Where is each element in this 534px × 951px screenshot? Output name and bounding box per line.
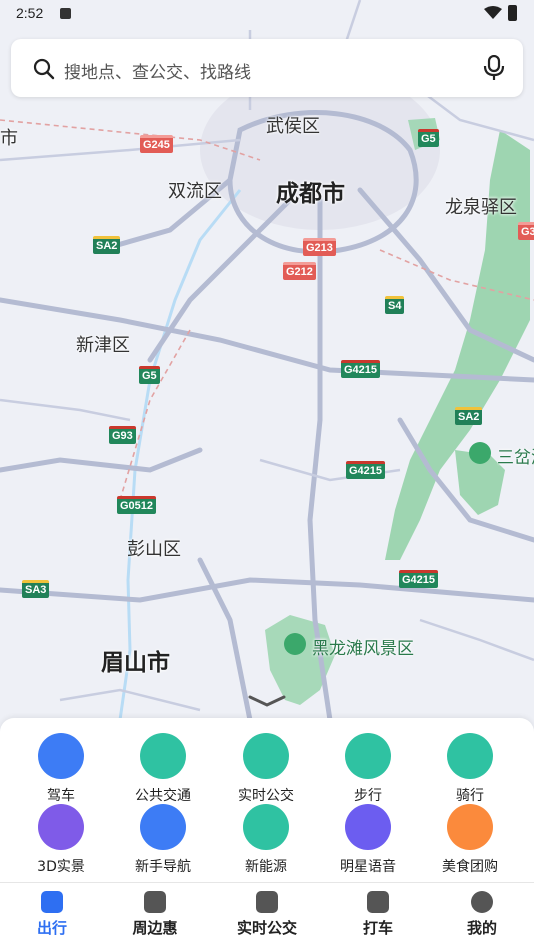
road-shield: G0512	[117, 496, 157, 514]
bottom-tab-bar: 出行 周边惠 实时公交 打车 我的	[0, 882, 534, 951]
road-shield: SA3	[22, 580, 50, 598]
nearby-icon	[144, 891, 166, 913]
road-shield: SA2	[93, 236, 121, 254]
road-shield: G93	[109, 426, 136, 444]
map-label-district[interactable]: 武侯区	[266, 112, 320, 138]
road-shield: G5	[418, 129, 439, 147]
tool-food-deals[interactable]: 美食团购	[418, 804, 522, 876]
tab-label: 打车	[362, 919, 393, 937]
tab-taxi[interactable]: 打车	[333, 891, 423, 938]
tool-label: 公共交通	[135, 788, 191, 804]
tool-bike[interactable]: 骑行	[418, 733, 522, 805]
map-label-district[interactable]: 新津区	[76, 331, 130, 357]
novice-nav-icon	[140, 804, 186, 850]
tool-3d-view[interactable]: 3D实景	[9, 804, 113, 876]
realtime-bus-icon	[243, 733, 289, 779]
tool-label: 美食团购	[442, 859, 498, 875]
taxi-icon	[367, 891, 389, 913]
tool-label: 新手导航	[135, 859, 191, 875]
battery-icon	[508, 5, 517, 21]
tool-public-transit[interactable]: 公共交通	[111, 733, 215, 805]
microphone-icon[interactable]	[483, 55, 505, 81]
road-shield: G245	[140, 135, 173, 153]
tab-label: 出行	[36, 919, 67, 937]
park-icon[interactable]	[469, 442, 491, 464]
walk-icon	[345, 733, 391, 779]
road-shield: G4215	[346, 461, 386, 479]
3d-globe-icon	[38, 804, 84, 850]
road-shield: G213	[303, 238, 336, 256]
tab-realtime-bus[interactable]: 实时公交	[222, 891, 312, 938]
tool-label: 实时公交	[238, 788, 294, 804]
car-icon	[38, 733, 84, 779]
tool-label: 新能源	[245, 859, 287, 875]
sim-icon	[60, 8, 71, 19]
voice-icon	[345, 804, 391, 850]
tool-label: 步行	[354, 788, 382, 804]
bus-stop-icon	[256, 891, 278, 913]
tool-walk[interactable]: 步行	[316, 733, 420, 805]
tool-novice-nav[interactable]: 新手导航	[111, 804, 215, 876]
poi-label[interactable]: 黑龙滩风景区	[312, 634, 414, 659]
tab-travel[interactable]: 出行	[7, 891, 97, 938]
tab-label: 周边惠	[132, 919, 178, 937]
park-icon[interactable]	[284, 633, 306, 655]
road-shield: G4215	[399, 570, 439, 588]
tool-realtime-bus[interactable]: 实时公交	[214, 733, 318, 805]
road-shield: G3	[518, 222, 534, 240]
charging-icon	[243, 804, 289, 850]
map-label-district[interactable]: 龙泉驿区	[445, 193, 517, 219]
tab-profile[interactable]: 我的	[437, 891, 527, 938]
tool-label: 骑行	[456, 788, 484, 804]
map-label-city[interactable]: 眉山市	[101, 643, 170, 677]
tool-new-energy[interactable]: 新能源	[214, 804, 318, 876]
map-label-district[interactable]: 彭山区	[127, 535, 181, 561]
road-shield: G212	[283, 262, 316, 280]
search-placeholder: 搜地点、查公交、找路线	[64, 63, 251, 83]
road-shield: SA2	[455, 407, 483, 425]
tool-label: 3D实景	[37, 859, 85, 875]
map-label-city[interactable]: 市	[0, 124, 18, 150]
road-shield: G5	[139, 366, 160, 384]
status-bar: 2:52	[0, 0, 534, 28]
food-icon	[447, 804, 493, 850]
tool-label: 驾车	[47, 788, 75, 804]
bike-icon	[447, 733, 493, 779]
road-shield: S4	[385, 296, 405, 314]
search-bar[interactable]: 搜地点、查公交、找路线	[11, 39, 523, 97]
poi-label[interactable]: 三岔湖	[497, 443, 534, 468]
road-shield: G4215	[341, 360, 381, 378]
map-label-city[interactable]: 成都市	[276, 174, 345, 208]
tool-label: 明星语音	[340, 859, 396, 875]
tool-drive[interactable]: 驾车	[9, 733, 113, 805]
bus-icon	[140, 733, 186, 779]
tab-label: 实时公交	[236, 919, 297, 937]
tool-star-voice[interactable]: 明星语音	[316, 804, 420, 876]
search-icon	[33, 58, 55, 80]
chevron-down-icon[interactable]	[248, 694, 286, 708]
status-time: 2:52	[16, 5, 44, 21]
tab-label: 我的	[466, 919, 497, 937]
map-label-district[interactable]: 双流区	[168, 177, 222, 203]
tab-nearby[interactable]: 周边惠	[110, 891, 200, 938]
profile-icon	[471, 891, 493, 913]
wifi-icon	[484, 6, 502, 19]
travel-icon	[41, 891, 63, 913]
